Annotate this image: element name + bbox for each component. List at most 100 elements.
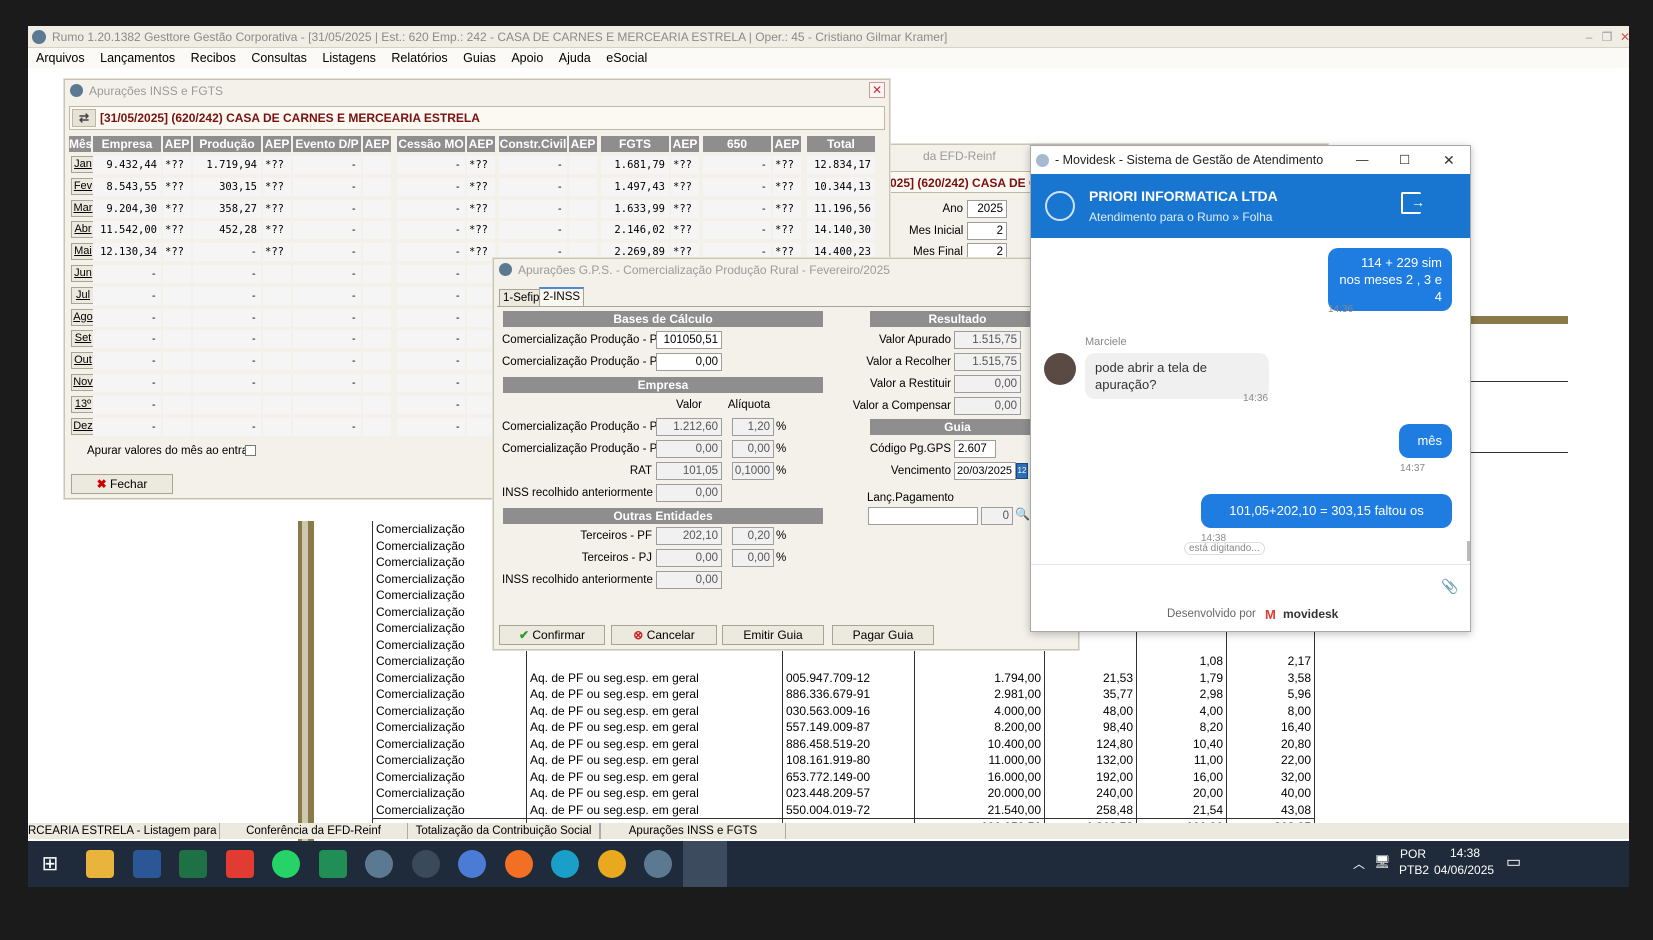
menu-apoio[interactable]: Apoio [511, 51, 543, 65]
menu-ajuda[interactable]: Ajuda [559, 51, 591, 65]
wintab-apuracoes[interactable]: Apurações INSS e FGTS [600, 823, 786, 839]
vencimento-input[interactable]: 20/03/2025 [954, 462, 1016, 480]
sheets-icon[interactable] [319, 850, 347, 878]
ano-field[interactable]: 2025 [967, 200, 1007, 218]
base-pf-input[interactable]: 101050,51 [656, 331, 722, 349]
confirmar-button[interactable]: ✔ Confirmar [499, 625, 605, 645]
excel-icon[interactable] [179, 850, 207, 878]
minimize-icon[interactable]: – [1581, 29, 1597, 45]
wintab-efd[interactable]: Conferência da EFD-Reinf [220, 823, 408, 839]
message-input[interactable] [1037, 566, 1437, 602]
calendar-icon[interactable]: 12 [1016, 463, 1028, 479]
notification-icon[interactable]: ▭ [1506, 852, 1521, 872]
menu-lancamentos[interactable]: Lançamentos [100, 51, 175, 65]
firefox-icon[interactable] [505, 850, 533, 878]
month-button[interactable]: Jan [71, 156, 95, 173]
chevron-up-icon[interactable]: ︿ [1353, 855, 1365, 872]
base-pj-input[interactable]: 0,00 [656, 353, 722, 371]
inss-cell: 14.140,30 [807, 221, 875, 240]
inss-cell [569, 199, 597, 218]
inss-cell: - [193, 330, 261, 349]
month-button[interactable]: Jun [71, 265, 95, 282]
maximize-icon[interactable]: ☐ [1399, 146, 1410, 174]
file-explorer-icon[interactable] [86, 850, 114, 878]
attach-icon[interactable]: 📎 [1441, 578, 1458, 595]
menu-listagens[interactable]: Listagens [322, 51, 376, 65]
minimize-icon[interactable]: — [1356, 146, 1369, 174]
codigo-input[interactable]: 2.607 [954, 440, 996, 458]
word-icon[interactable] [133, 850, 161, 878]
close-icon[interactable]: ✕ [1443, 146, 1455, 174]
pagar-guia-button[interactable]: Pagar Guia [832, 625, 934, 645]
month-button[interactable]: Mai [71, 243, 95, 261]
tab-sefip[interactable]: 1-Sefip [499, 289, 544, 307]
month-button[interactable]: Jul [71, 286, 95, 304]
check-icon: ✔ [518, 628, 530, 642]
mes-inicial-field[interactable]: 2 [967, 222, 1007, 240]
rumo-icon-2[interactable] [644, 850, 672, 878]
table-cell: 8,20 [1136, 719, 1227, 736]
month-button[interactable]: Abr [71, 221, 95, 239]
windows-start-icon[interactable]: ⊞ [36, 850, 64, 878]
cancelar-button[interactable]: ⊗ Cancelar [611, 625, 717, 645]
month-button[interactable]: Out [71, 352, 95, 370]
movidesk-header: PRIORI INFORMATICA LTDA Atendimento para… [1031, 174, 1470, 238]
developed-by: Desenvolvido por [1167, 608, 1256, 620]
menu-esocial[interactable]: eSocial [606, 51, 647, 65]
lang-2[interactable]: PTB2 [1399, 863, 1429, 877]
inss-cell: 1.633,99 [601, 199, 669, 218]
menu-relatorios[interactable]: Relatórios [391, 51, 447, 65]
table-cell: 005.947.709-12 [782, 669, 915, 686]
wintab-listagem[interactable]: RCEARIA ESTRELA - Listagem para Confer [28, 823, 220, 839]
wintab-totalizacao[interactable]: Totalização da Contribuição Social [408, 823, 600, 839]
emp-pf-value: 1.212,60 [656, 418, 722, 436]
inss-cell [293, 395, 361, 414]
table-cell: Aq. de PF ou seg.esp. em geral [526, 735, 783, 752]
month-button[interactable]: Set [71, 330, 95, 348]
menu-guias[interactable]: Guias [463, 51, 496, 65]
browser-icon[interactable] [458, 850, 486, 878]
restore-icon[interactable]: ❐ [1599, 29, 1615, 45]
clock-time[interactable]: 14:38 [1450, 846, 1480, 860]
close-icon[interactable]: ✕ [1617, 29, 1629, 45]
recolher-label: Valor a Recolher [866, 356, 951, 368]
table-cell: 886.336.679-91 [782, 686, 915, 703]
inss-col-header: Constr.Civil [499, 136, 567, 152]
month-button[interactable]: Dez [71, 417, 95, 435]
movidesk-task-icon[interactable] [683, 841, 727, 887]
menu-consultas[interactable]: Consultas [251, 51, 307, 65]
emitir-guia-button[interactable]: Emitir Guia [722, 625, 824, 645]
table-cell: 21.540,00 [914, 801, 1045, 818]
fechar-button[interactable]: ✖ Fechar [71, 474, 173, 494]
month-button[interactable]: Fev [71, 177, 95, 195]
gps-titlebar: Apurações G.P.S. - Comercialização Produ… [494, 259, 1078, 281]
inss-ant-value: 0,00 [656, 484, 722, 502]
inss-cell: - [293, 199, 361, 218]
lang-1[interactable]: POR [1400, 847, 1426, 861]
month-button[interactable]: Mar [71, 199, 95, 217]
switch-company-icon[interactable]: ⇄ [72, 109, 96, 127]
chrome-icon[interactable] [598, 850, 626, 878]
month-button[interactable]: Ago [71, 308, 95, 326]
menu-arquivos[interactable]: Arquivos [36, 51, 85, 65]
rumo-icon[interactable] [365, 850, 393, 878]
menu-recibos[interactable]: Recibos [191, 51, 236, 65]
inss-cell: - [397, 286, 465, 305]
tab-inss[interactable]: 2-INSS [539, 287, 585, 307]
clock-date[interactable]: 04/06/2025 [1434, 863, 1494, 877]
network-icon[interactable]: 🖥 [1374, 854, 1391, 870]
search-icon[interactable]: 🔍 [1015, 507, 1030, 525]
apurar-checkbox[interactable] [245, 445, 256, 456]
month-button[interactable]: 13º [71, 395, 95, 413]
month-button[interactable]: Nov [71, 374, 95, 391]
anydesk-icon[interactable] [226, 850, 254, 878]
whatsapp-icon[interactable] [272, 850, 300, 878]
briefcase-icon[interactable] [412, 850, 440, 878]
chat-scrollbar[interactable] [1467, 541, 1470, 561]
edge-icon[interactable] [551, 850, 579, 878]
inss-ant-label: INSS recolhido anteriormente [502, 487, 653, 499]
inss-cell: 9.432,44 [93, 156, 161, 174]
lanc-input[interactable] [868, 507, 978, 525]
close-icon[interactable]: ✕ [869, 82, 885, 98]
inss-col-header: AEP [263, 136, 291, 152]
